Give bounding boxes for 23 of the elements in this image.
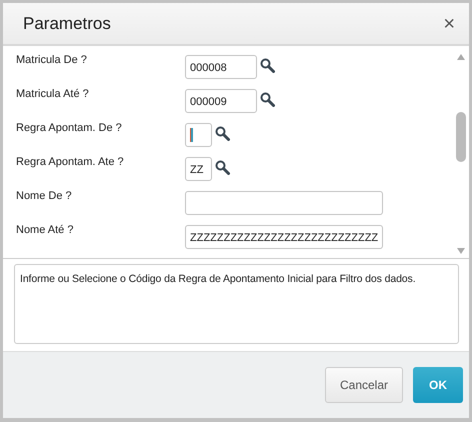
scroll-up-icon[interactable] [457, 54, 465, 60]
search-icon[interactable] [260, 92, 275, 106]
field-label: Regra Apontam. De ? [16, 121, 123, 136]
scrollbar-thumb[interactable] [456, 112, 466, 162]
input-field[interactable]: 000009 [185, 88, 257, 113]
field-label: Nome Até ? [16, 223, 74, 238]
close-button[interactable]: × [443, 14, 455, 34]
cancel-button[interactable]: Cancelar [325, 367, 403, 403]
search-icon[interactable] [214, 160, 230, 174]
field-label: Matricula Até ? [16, 87, 90, 102]
input-field[interactable] [185, 122, 212, 147]
input-field[interactable]: ZZ [185, 156, 212, 181]
input-field[interactable] [185, 190, 383, 215]
field-label: Regra Apontam. Ate ? [16, 155, 125, 170]
input-field[interactable]: ZZZZZZZZZZZZZZZZZZZZZZZZZZZZ [185, 224, 383, 249]
search-icon[interactable] [214, 126, 230, 140]
search-icon[interactable] [260, 58, 275, 72]
scroll-down-icon[interactable] [457, 248, 465, 254]
help-text: Informe ou Selecione o Código da Regra de Apontamento Inicial para Filtro dos dados. [14, 264, 459, 344]
input-field[interactable]: 000008 [185, 54, 257, 79]
field-label: Nome De ? [16, 189, 73, 204]
dialog-title: Parametros [23, 12, 111, 35]
field-label: Matricula De ? [16, 53, 88, 68]
